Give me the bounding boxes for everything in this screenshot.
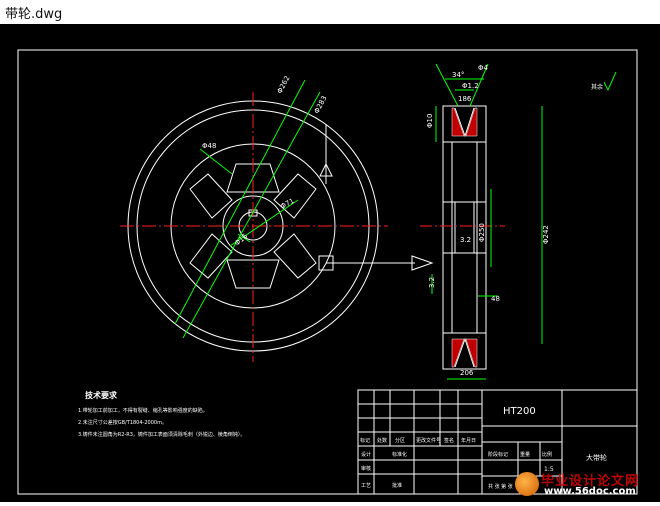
dim-label: 186 <box>458 95 472 103</box>
cad-drawing: Φ262 Φ283 Φ48 Φ71 Φ16 34° Φ4 Φ1.2 186 Φ1… <box>17 49 638 495</box>
dim-label: Φ71 <box>279 197 295 211</box>
site-watermark: 毕业设计论文网 www.56doc.com <box>512 470 658 500</box>
dim-label: 34° <box>452 71 464 79</box>
drawing-border <box>17 49 638 495</box>
tb-label: 签名 <box>444 437 454 444</box>
tb-label: 审核 <box>361 465 371 472</box>
tb-label: 批准 <box>392 482 402 489</box>
roughness-label: 其余 <box>591 83 603 91</box>
tb-label: 更改文件号 <box>416 437 441 444</box>
section-indicator <box>318 124 434 271</box>
tb-label: 阶段标记 <box>488 451 508 458</box>
side-dimensions <box>431 63 543 380</box>
dim-label: Φ262 <box>276 75 292 95</box>
roughness-symbol <box>603 71 617 92</box>
drawing-canvas[interactable]: Φ262 Φ283 Φ48 Φ71 Φ16 34° Φ4 Φ1.2 186 Φ1… <box>0 24 660 502</box>
dim-label: Φ1.2 <box>462 82 479 90</box>
note-line: 2.未注尺寸公差按GB/T1804-2000m。 <box>78 419 167 426</box>
tb-label: 年月日 <box>461 437 476 444</box>
window-titlebar: 带轮.dwg <box>0 0 660 25</box>
tb-label: 共 张 第 张 <box>488 483 513 490</box>
tb-label: 分区 <box>395 437 405 444</box>
dim-label: 3.2 <box>460 236 471 244</box>
dim-label: 3.2 <box>428 277 436 288</box>
dim-label: Φ48 <box>202 142 216 150</box>
spoke-window <box>189 173 233 219</box>
dim-label: Φ250 <box>478 223 486 242</box>
tb-label: 设计 <box>361 451 371 458</box>
tb-label: 重量 <box>520 451 530 458</box>
tb-label: 工艺 <box>361 483 371 489</box>
dim-label: 48 <box>491 295 500 303</box>
tb-label: 比例 <box>542 451 552 458</box>
dim-label: Φ283 <box>313 95 329 115</box>
tb-label: 处数 <box>377 437 387 444</box>
note-line: 3.铸件未注圆角为R2-R3，铸件加工表面须清除毛刺（外锐边、棱角倒钝）。 <box>78 431 245 438</box>
note-line: 1.带轮加工前加工，不得有裂缝、缩孔等影响强度的缺陷。 <box>78 407 208 414</box>
window-title: 带轮.dwg <box>5 7 63 22</box>
side-dim-labels: 34° Φ4 Φ1.2 186 Φ10 Φ250 Φ242 3.2 3.2 48… <box>426 64 550 377</box>
part-name: 大带轮 <box>586 453 607 462</box>
spoke-window <box>273 233 317 279</box>
watermark-url: www.56doc.com <box>544 486 636 497</box>
dim-label: Φ10 <box>426 114 434 128</box>
tb-label: 标记 <box>360 437 370 444</box>
dim-label: Φ4 <box>478 64 489 72</box>
notes-heading: 技术要求 <box>85 390 118 400</box>
tb-label: 标准化 <box>392 451 407 458</box>
material-label: HT200 <box>503 406 536 417</box>
dim-label: 206 <box>460 369 474 377</box>
dim-label: Φ242 <box>542 225 550 244</box>
watermark-logo-icon <box>515 472 539 496</box>
